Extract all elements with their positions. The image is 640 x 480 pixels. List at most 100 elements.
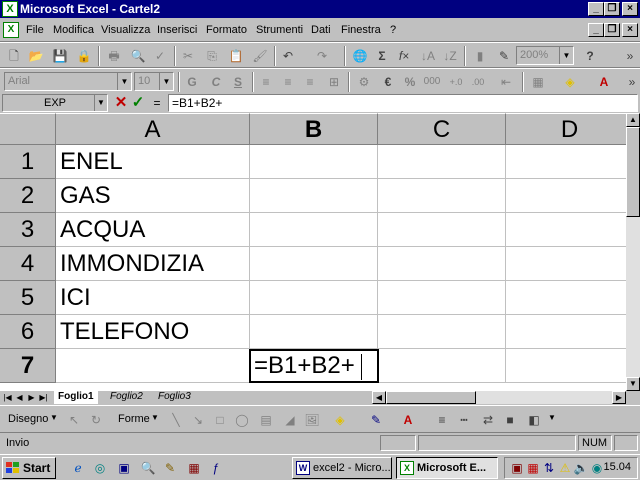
thousands-button[interactable]: 000 bbox=[422, 72, 442, 92]
increase-decimal-icon[interactable]: +.0 bbox=[446, 72, 466, 92]
font-color-icon[interactable]: A bbox=[398, 410, 418, 430]
notepad-icon[interactable]: ✎ bbox=[162, 460, 178, 476]
outlook-icon[interactable]: ◎ bbox=[92, 460, 108, 476]
name-box[interactable]: EXP ▼ bbox=[2, 94, 108, 112]
wordart-icon[interactable]: ◢ bbox=[280, 410, 300, 430]
font-select[interactable]: Arial ▼ bbox=[4, 72, 132, 91]
doc-restore-button[interactable]: ❐ bbox=[604, 23, 620, 37]
cell-b4[interactable] bbox=[250, 247, 378, 281]
textbox-icon[interactable]: ▤ bbox=[256, 410, 276, 430]
cell-a5[interactable]: ICI bbox=[56, 281, 250, 315]
percent-button[interactable]: % bbox=[400, 72, 420, 92]
row-header[interactable]: 6 bbox=[0, 315, 56, 349]
align-right-icon[interactable]: ≡ bbox=[300, 72, 320, 92]
sort-ascending-icon[interactable]: ↓A bbox=[418, 46, 438, 66]
start-button[interactable]: Start bbox=[2, 457, 56, 479]
chevron-down-icon[interactable]: ▼ bbox=[50, 413, 58, 422]
toolbar-options-icon[interactable]: » bbox=[620, 46, 640, 66]
menu-modifica[interactable]: Modifica bbox=[53, 24, 94, 36]
sheet-tab-foglio1[interactable]: Foglio1 bbox=[54, 391, 98, 404]
dash-style-icon[interactable]: ┅ bbox=[454, 410, 474, 430]
excel-app-icon[interactable]: X bbox=[2, 1, 18, 17]
cell-c6[interactable] bbox=[378, 315, 506, 349]
new-icon[interactable]: 🗋 bbox=[4, 46, 24, 66]
row-header[interactable]: 3 bbox=[0, 213, 56, 247]
sort-descending-icon[interactable]: ↓Z bbox=[440, 46, 460, 66]
cell-a6[interactable]: TELEFONO bbox=[56, 315, 250, 349]
scroll-thumb[interactable] bbox=[626, 127, 640, 217]
cell-d7[interactable] bbox=[506, 349, 626, 383]
permission-icon[interactable]: 🔒 bbox=[74, 46, 94, 66]
arrow-icon[interactable]: ↘ bbox=[188, 410, 208, 430]
scroll-left-icon[interactable]: ◀ bbox=[372, 391, 386, 404]
task-button-excel[interactable]: X Microsoft E... bbox=[396, 457, 498, 479]
font-color-icon[interactable]: A bbox=[594, 72, 614, 92]
clock[interactable]: 15.04 bbox=[603, 461, 631, 473]
function-icon[interactable]: f× bbox=[394, 46, 414, 66]
line-icon[interactable]: ╲ bbox=[166, 410, 186, 430]
format-painter-icon[interactable]: 🖌 bbox=[250, 46, 270, 66]
cell-b5[interactable] bbox=[250, 281, 378, 315]
hyperlink-icon[interactable]: 🌐 bbox=[350, 46, 370, 66]
row-header[interactable]: 5 bbox=[0, 281, 56, 315]
menu-file[interactable]: File bbox=[26, 24, 44, 36]
menu-visualizza[interactable]: Visualizza bbox=[101, 24, 150, 36]
cell-d3[interactable] bbox=[506, 213, 626, 247]
task-button-word[interactable]: W excel2 - Micro... bbox=[292, 457, 392, 479]
align-center-icon[interactable]: ≡ bbox=[278, 72, 298, 92]
menu-formato[interactable]: Formato bbox=[206, 24, 247, 36]
print-preview-icon[interactable]: 🔍 bbox=[128, 46, 148, 66]
cell-d4[interactable] bbox=[506, 247, 626, 281]
clipart-icon[interactable]: 🖼 bbox=[302, 410, 322, 430]
close-button[interactable]: × bbox=[622, 2, 638, 16]
borders-icon[interactable]: ▦ bbox=[528, 72, 548, 92]
cell-c2[interactable] bbox=[378, 179, 506, 213]
formula-input[interactable]: =B1+B2+ bbox=[168, 94, 638, 112]
autosum-icon[interactable]: Σ bbox=[372, 46, 392, 66]
help-icon[interactable]: ? bbox=[580, 46, 600, 66]
workbook-icon[interactable]: X bbox=[3, 22, 19, 38]
hscroll-thumb[interactable] bbox=[386, 391, 476, 404]
cell-d1[interactable] bbox=[506, 145, 626, 179]
fill-color-icon[interactable]: ◈ bbox=[560, 72, 580, 92]
horizontal-scrollbar[interactable]: ◀ ▶ bbox=[372, 391, 626, 404]
row-header[interactable]: 2 bbox=[0, 179, 56, 213]
copy-icon[interactable]: ⎘ bbox=[202, 46, 222, 66]
cell-d2[interactable] bbox=[506, 179, 626, 213]
row-header[interactable]: 4 bbox=[0, 247, 56, 281]
cell-a1[interactable]: ENEL bbox=[56, 145, 250, 179]
rectangle-icon[interactable]: □ bbox=[210, 410, 230, 430]
doc-close-button[interactable]: × bbox=[622, 23, 638, 37]
bold-button[interactable]: G bbox=[182, 72, 202, 92]
cell-a4[interactable]: IMMONDIZIA bbox=[56, 247, 250, 281]
chevron-down-icon[interactable]: ▼ bbox=[548, 413, 556, 422]
chart-wizard-icon[interactable]: ▮ bbox=[470, 46, 490, 66]
select-all-button[interactable] bbox=[0, 113, 56, 145]
autoshapes-menu[interactable]: Forme bbox=[118, 413, 150, 425]
scroll-right-icon[interactable]: ▶ bbox=[612, 391, 626, 404]
fill-color-icon[interactable]: ◈ bbox=[330, 410, 350, 430]
euro-conversion-icon[interactable]: ⚙ bbox=[354, 72, 374, 92]
tray-warning-icon[interactable]: ⚠ bbox=[557, 460, 573, 476]
cell-a2[interactable]: GAS bbox=[56, 179, 250, 213]
cell-d6[interactable] bbox=[506, 315, 626, 349]
enter-icon[interactable]: ✓ bbox=[130, 94, 146, 112]
zoom-select[interactable]: 200% ▼ bbox=[516, 46, 574, 65]
column-header-c[interactable]: C bbox=[378, 113, 506, 145]
column-header-b[interactable]: B bbox=[250, 113, 378, 145]
cell-b3[interactable] bbox=[250, 213, 378, 247]
cell-c4[interactable] bbox=[378, 247, 506, 281]
cut-icon[interactable]: ✂ bbox=[178, 46, 198, 66]
menu-inserisci[interactable]: Inserisci bbox=[157, 24, 197, 36]
cell-a7[interactable] bbox=[56, 349, 250, 383]
sheet-tab-foglio3[interactable]: Foglio3 bbox=[154, 391, 195, 404]
cell-b7-editing[interactable]: =B1+B2+ bbox=[249, 349, 379, 383]
volume-icon[interactable]: 🔈 bbox=[573, 460, 589, 476]
oval-icon[interactable]: ◯ bbox=[232, 410, 252, 430]
cell-b2[interactable] bbox=[250, 179, 378, 213]
spelling-icon[interactable]: ✓ bbox=[150, 46, 170, 66]
euro-button[interactable]: € bbox=[378, 72, 398, 92]
redo-icon[interactable]: ↷ bbox=[312, 46, 332, 66]
arrow-style-icon[interactable]: ⇄ bbox=[478, 410, 498, 430]
underline-button[interactable]: S bbox=[228, 72, 248, 92]
